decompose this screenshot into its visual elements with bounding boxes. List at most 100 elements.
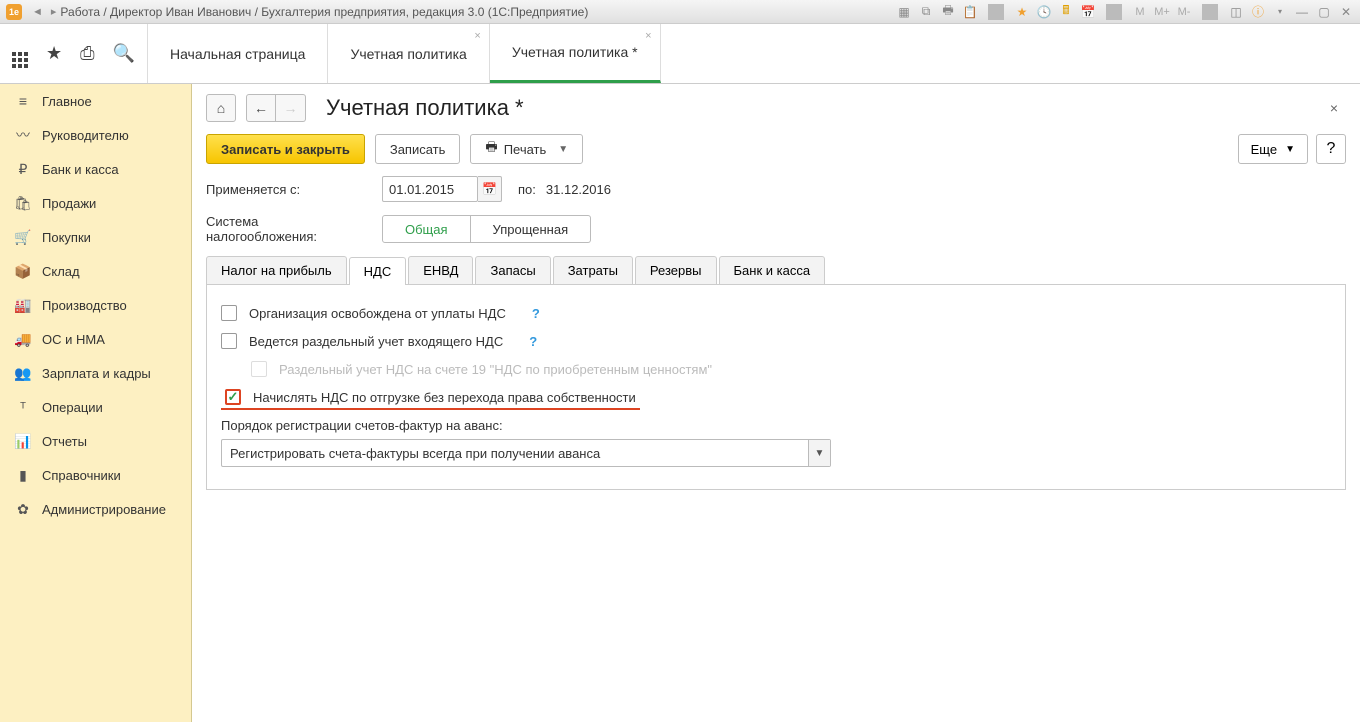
ops-icon: ᵀ [14, 399, 32, 415]
info-drop-icon[interactable]: ▾ [1272, 4, 1288, 20]
help-icon[interactable]: ? [529, 334, 537, 349]
sections-icon[interactable] [12, 40, 28, 68]
home-button[interactable]: ⌂ [206, 94, 236, 122]
date-picker-icon[interactable]: 📅 [478, 176, 502, 202]
subtab-bank[interactable]: Банк и касса [719, 256, 826, 284]
info-icon[interactable]: ⓘ [1250, 4, 1266, 20]
invoice-order-value: Регистрировать счета-фактуры всегда при … [222, 446, 808, 461]
more-label: Еще [1251, 142, 1277, 157]
tax-general-button[interactable]: Общая [382, 215, 471, 243]
sidebar-item-reports[interactable]: 📊Отчеты [0, 424, 191, 458]
sidebar-label: Банк и касса [42, 162, 119, 177]
forward-button[interactable]: → [276, 94, 306, 122]
tab-start-page[interactable]: Начальная страница [148, 24, 328, 83]
exempt-checkbox[interactable] [221, 305, 237, 321]
sidebar-label: Склад [42, 264, 80, 279]
nds-panel: Организация освобождена от уплаты НДС ? … [206, 284, 1346, 490]
icon-c[interactable]: 🖶 [940, 4, 956, 20]
content-area: ⌂ ← → Учетная политика * × Записать и за… [192, 84, 1360, 722]
exempt-row: Организация освобождена от уплаты НДС ? [217, 299, 1335, 327]
history-back-icon[interactable]: ◄ [32, 6, 43, 18]
icon-a[interactable]: ▦ [896, 4, 912, 20]
sidebar-item-production[interactable]: 🏭 Производство [0, 288, 191, 322]
icon-b[interactable]: ⧉ [918, 4, 934, 20]
close-page-icon[interactable]: × [1322, 96, 1346, 120]
subtab-costs[interactable]: Затраты [553, 256, 633, 284]
sidebar-item-sales[interactable]: 🛍Продажи [0, 186, 191, 220]
tax-system-label: Система налогообложения: [206, 214, 372, 244]
more-button[interactable]: Еще ▼ [1238, 134, 1308, 164]
bag-icon: 🛍 [14, 195, 32, 212]
tax-system-row: Система налогообложения: Общая Упрощенна… [192, 208, 1360, 250]
tab-close-icon[interactable]: × [474, 30, 480, 42]
to-label: по: [518, 182, 536, 197]
accrue-checkbox[interactable] [225, 389, 241, 405]
truck-icon: 🚚 [14, 331, 32, 348]
subtab-nds[interactable]: НДС [349, 257, 407, 285]
gear-icon: ✿ [14, 501, 32, 518]
sidebar-item-main[interactable]: ≡ Главное [0, 84, 191, 118]
calc-icon[interactable]: 🖩 [1058, 4, 1074, 20]
sidebar-label: Отчеты [42, 434, 87, 449]
maximize-icon[interactable]: ▢ [1316, 4, 1332, 20]
ruble-icon: ₽ [14, 161, 32, 178]
m-icon[interactable]: M [1132, 4, 1148, 20]
sidebar-label: ОС и НМА [42, 332, 105, 347]
star-icon[interactable]: ★ [46, 43, 62, 64]
sidebar-item-salary[interactable]: 👥Зарплата и кадры [0, 356, 191, 390]
invoice-order-select[interactable]: Регистрировать счета-фактуры всегда при … [221, 439, 831, 467]
box-icon: 📦 [14, 263, 32, 280]
save-button[interactable]: Записать [375, 134, 461, 164]
subtab-profit-tax[interactable]: Налог на прибыль [206, 256, 347, 284]
sidebar-label: Главное [42, 94, 92, 109]
sidebar-item-bank[interactable]: ₽ Банк и касса [0, 152, 191, 186]
calendar-icon[interactable]: 📅 [1080, 4, 1096, 20]
tab-accounting-policy-modified[interactable]: Учетная политика *× [490, 24, 661, 83]
menu-icon: ≡ [14, 93, 32, 109]
help-button[interactable]: ? [1316, 134, 1346, 164]
back-button[interactable]: ← [246, 94, 276, 122]
help-icon[interactable]: ? [532, 306, 540, 321]
titlebar-actions: ▦ ⧉ 🖶 📋 ★ 🕓 🖩 📅 M M+ M- ◫ ⓘ ▾ — ▢ ✕ [896, 4, 1354, 20]
split-sub-checkbox [251, 361, 267, 377]
chevron-down-icon[interactable]: ▼ [808, 440, 830, 466]
date-from-input[interactable]: 01.01.2015 [382, 176, 478, 202]
history-fwd-icon[interactable]: ▸ [51, 5, 57, 18]
sidebar-item-purchases[interactable]: 🛒Покупки [0, 220, 191, 254]
minimize-icon[interactable]: — [1294, 4, 1310, 20]
sidebar-item-operations[interactable]: ᵀОперации [0, 390, 191, 424]
close-window-icon[interactable]: ✕ [1338, 4, 1354, 20]
tax-simplified-button[interactable]: Упрощенная [471, 215, 592, 243]
split-checkbox[interactable] [221, 333, 237, 349]
m-plus-icon[interactable]: M+ [1154, 4, 1170, 20]
chevron-down-icon: ▼ [1285, 144, 1295, 155]
tab-accounting-policy[interactable]: Учетная политика × [328, 24, 489, 83]
chevron-down-icon: ▼ [558, 144, 568, 155]
sidebar-item-admin[interactable]: ✿ Администрирование [0, 492, 191, 526]
window-title: Работа / Директор Иван Иванович / Бухгал… [60, 5, 588, 19]
favorite-icon[interactable]: ★ [1014, 4, 1030, 20]
panel-icon[interactable]: ◫ [1228, 4, 1244, 20]
sidebar-label: Производство [42, 298, 127, 313]
print-button[interactable]: 🖶Печать▼ [470, 134, 583, 164]
tab-close-icon[interactable]: × [645, 30, 651, 42]
history-icon[interactable]: 🕓 [1036, 4, 1052, 20]
factory-icon: 🏭 [14, 297, 32, 314]
search-icon[interactable]: 🔍 [113, 43, 135, 64]
tab-policy-label: Учетная политика [350, 46, 466, 62]
icon-d[interactable]: 📋 [962, 4, 978, 20]
pin-icon[interactable]: ⎙ [80, 43, 94, 64]
sidebar-item-warehouse[interactable]: 📦 Склад [0, 254, 191, 288]
date-range-row: Применяется с: 01.01.2015 📅 по: 31.12.20… [192, 170, 1360, 208]
save-close-button[interactable]: Записать и закрыть [206, 134, 365, 164]
subtab-reserves[interactable]: Резервы [635, 256, 717, 284]
subtab-stock[interactable]: Запасы [475, 256, 550, 284]
page-title: Учетная политика * [326, 95, 524, 121]
exempt-label: Организация освобождена от уплаты НДС [249, 306, 506, 321]
sidebar-item-assets[interactable]: 🚚 ОС и НМА [0, 322, 191, 356]
subtab-envd[interactable]: ЕНВД [408, 256, 473, 284]
sidebar-item-manager[interactable]: 〰Руководителю [0, 118, 191, 152]
sidebar-item-directories[interactable]: ▮Справочники [0, 458, 191, 492]
m-minus-icon[interactable]: M- [1176, 4, 1192, 20]
sidebar-label: Администрирование [42, 502, 166, 517]
